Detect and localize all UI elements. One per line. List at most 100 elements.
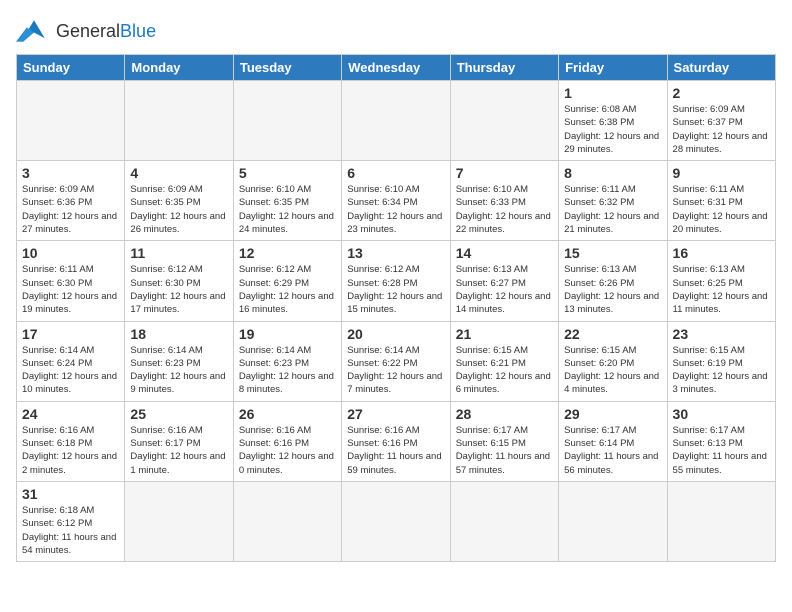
- calendar-cell: [17, 81, 125, 161]
- weekday-header-tuesday: Tuesday: [233, 55, 341, 81]
- calendar-cell: 31 Sunrise: 6:18 AM Sunset: 6:12 PM Dayli…: [17, 481, 125, 561]
- day-number: 15: [564, 245, 661, 261]
- day-info: Sunrise: 6:16 AM Sunset: 6:18 PM Dayligh…: [22, 424, 119, 477]
- calendar-cell: 4Sunrise: 6:09 AM Sunset: 6:35 PM Daylig…: [125, 161, 233, 241]
- day-info: Sunrise: 6:14 AM Sunset: 6:22 PM Dayligh…: [347, 344, 444, 397]
- general-blue-logo-icon: [16, 16, 52, 46]
- calendar-cell: 9Sunrise: 6:11 AM Sunset: 6:31 PM Daylig…: [667, 161, 775, 241]
- calendar-table: SundayMondayTuesdayWednesdayThursdayFrid…: [16, 54, 776, 562]
- calendar-cell: 5 Sunrise: 6:10 AM Sunset: 6:35 PM Daylig…: [233, 161, 341, 241]
- weekday-header-row: SundayMondayTuesdayWednesdayThursdayFrid…: [17, 55, 776, 81]
- day-number: 22: [564, 326, 661, 342]
- weekday-header-friday: Friday: [559, 55, 667, 81]
- calendar-cell: [559, 481, 667, 561]
- calendar-week-2: 3 Sunrise: 6:09 AM Sunset: 6:36 PM Daylig…: [17, 161, 776, 241]
- calendar-cell: 11 Sunrise: 6:12 AM Sunset: 6:30 PM Dayli…: [125, 241, 233, 321]
- weekday-header-wednesday: Wednesday: [342, 55, 450, 81]
- calendar-cell: 10 Sunrise: 6:11 AM Sunset: 6:30 PM Dayli…: [17, 241, 125, 321]
- calendar-week-4: 17Sunrise: 6:14 AM Sunset: 6:24 PM Dayli…: [17, 321, 776, 401]
- day-number: 29: [564, 406, 661, 422]
- day-number: 27: [347, 406, 444, 422]
- day-number: 11: [130, 245, 227, 261]
- weekday-header-monday: Monday: [125, 55, 233, 81]
- day-number: 31: [22, 486, 119, 502]
- day-info: Sunrise: 6:10 AM Sunset: 6:35 PM Dayligh…: [239, 183, 336, 236]
- header: GeneralBlue: [16, 16, 776, 46]
- weekday-header-saturday: Saturday: [667, 55, 775, 81]
- calendar-cell: [450, 481, 558, 561]
- day-number: 13: [347, 245, 444, 261]
- calendar-cell: [233, 81, 341, 161]
- day-info: Sunrise: 6:09 AM Sunset: 6:36 PM Dayligh…: [22, 183, 119, 236]
- calendar-cell: 6 Sunrise: 6:10 AM Sunset: 6:34 PM Daylig…: [342, 161, 450, 241]
- day-number: 23: [673, 326, 770, 342]
- day-info: Sunrise: 6:10 AM Sunset: 6:33 PM Dayligh…: [456, 183, 553, 236]
- day-info: Sunrise: 6:11 AM Sunset: 6:30 PM Dayligh…: [22, 263, 119, 316]
- day-info: Sunrise: 6:11 AM Sunset: 6:32 PM Dayligh…: [564, 183, 661, 236]
- calendar-cell: [233, 481, 341, 561]
- calendar-cell: [667, 481, 775, 561]
- day-number: 6: [347, 165, 444, 181]
- calendar-cell: 3 Sunrise: 6:09 AM Sunset: 6:36 PM Daylig…: [17, 161, 125, 241]
- day-number: 4: [130, 165, 227, 181]
- calendar-cell: 2 Sunrise: 6:09 AM Sunset: 6:37 PM Daylig…: [667, 81, 775, 161]
- calendar-cell: 24 Sunrise: 6:16 AM Sunset: 6:18 PM Dayli…: [17, 401, 125, 481]
- day-info: Sunrise: 6:14 AM Sunset: 6:23 PM Dayligh…: [130, 344, 227, 397]
- calendar-cell: 20Sunrise: 6:14 AM Sunset: 6:22 PM Dayli…: [342, 321, 450, 401]
- day-info: Sunrise: 6:11 AM Sunset: 6:31 PM Dayligh…: [673, 183, 770, 236]
- calendar-cell: 13 Sunrise: 6:12 AM Sunset: 6:28 PM Dayli…: [342, 241, 450, 321]
- day-info: Sunrise: 6:12 AM Sunset: 6:28 PM Dayligh…: [347, 263, 444, 316]
- day-info: Sunrise: 6:09 AM Sunset: 6:37 PM Dayligh…: [673, 103, 770, 156]
- calendar-cell: 27Sunrise: 6:16 AM Sunset: 6:16 PM Dayli…: [342, 401, 450, 481]
- calendar-cell: 28Sunrise: 6:17 AM Sunset: 6:15 PM Dayli…: [450, 401, 558, 481]
- calendar-cell: 26Sunrise: 6:16 AM Sunset: 6:16 PM Dayli…: [233, 401, 341, 481]
- calendar-cell: 18 Sunrise: 6:14 AM Sunset: 6:23 PM Dayli…: [125, 321, 233, 401]
- day-number: 30: [673, 406, 770, 422]
- day-info: Sunrise: 6:17 AM Sunset: 6:15 PM Dayligh…: [456, 424, 553, 477]
- day-number: 18: [130, 326, 227, 342]
- calendar-cell: 15 Sunrise: 6:13 AM Sunset: 6:26 PM Dayli…: [559, 241, 667, 321]
- day-info: Sunrise: 6:10 AM Sunset: 6:34 PM Dayligh…: [347, 183, 444, 236]
- day-number: 3: [22, 165, 119, 181]
- calendar-cell: 21 Sunrise: 6:15 AM Sunset: 6:21 PM Dayli…: [450, 321, 558, 401]
- logo: GeneralBlue: [16, 16, 156, 46]
- day-number: 12: [239, 245, 336, 261]
- day-info: Sunrise: 6:18 AM Sunset: 6:12 PM Dayligh…: [22, 504, 119, 557]
- calendar-cell: 16 Sunrise: 6:13 AM Sunset: 6:25 PM Dayli…: [667, 241, 775, 321]
- day-info: Sunrise: 6:17 AM Sunset: 6:14 PM Dayligh…: [564, 424, 661, 477]
- calendar-cell: 30Sunrise: 6:17 AM Sunset: 6:13 PM Dayli…: [667, 401, 775, 481]
- day-info: Sunrise: 6:08 AM Sunset: 6:38 PM Dayligh…: [564, 103, 661, 156]
- day-info: Sunrise: 6:15 AM Sunset: 6:21 PM Dayligh…: [456, 344, 553, 397]
- day-info: Sunrise: 6:15 AM Sunset: 6:19 PM Dayligh…: [673, 344, 770, 397]
- day-info: Sunrise: 6:13 AM Sunset: 6:26 PM Dayligh…: [564, 263, 661, 316]
- calendar-week-5: 24 Sunrise: 6:16 AM Sunset: 6:18 PM Dayli…: [17, 401, 776, 481]
- calendar-cell: 12Sunrise: 6:12 AM Sunset: 6:29 PM Dayli…: [233, 241, 341, 321]
- day-number: 2: [673, 85, 770, 101]
- day-number: 10: [22, 245, 119, 261]
- calendar-cell: 25Sunrise: 6:16 AM Sunset: 6:17 PM Dayli…: [125, 401, 233, 481]
- day-info: Sunrise: 6:13 AM Sunset: 6:25 PM Dayligh…: [673, 263, 770, 316]
- calendar-cell: [125, 481, 233, 561]
- calendar-cell: 17Sunrise: 6:14 AM Sunset: 6:24 PM Dayli…: [17, 321, 125, 401]
- day-number: 8: [564, 165, 661, 181]
- calendar-week-3: 10 Sunrise: 6:11 AM Sunset: 6:30 PM Dayli…: [17, 241, 776, 321]
- calendar-cell: 22Sunrise: 6:15 AM Sunset: 6:20 PM Dayli…: [559, 321, 667, 401]
- logo-text: GeneralBlue: [56, 22, 156, 40]
- day-number: 7: [456, 165, 553, 181]
- calendar-cell: 1 Sunrise: 6:08 AM Sunset: 6:38 PM Daylig…: [559, 81, 667, 161]
- day-info: Sunrise: 6:16 AM Sunset: 6:17 PM Dayligh…: [130, 424, 227, 477]
- weekday-header-thursday: Thursday: [450, 55, 558, 81]
- day-number: 21: [456, 326, 553, 342]
- calendar-cell: [125, 81, 233, 161]
- day-info: Sunrise: 6:12 AM Sunset: 6:30 PM Dayligh…: [130, 263, 227, 316]
- day-number: 24: [22, 406, 119, 422]
- calendar-week-1: 1 Sunrise: 6:08 AM Sunset: 6:38 PM Daylig…: [17, 81, 776, 161]
- day-info: Sunrise: 6:14 AM Sunset: 6:24 PM Dayligh…: [22, 344, 119, 397]
- calendar-cell: 23 Sunrise: 6:15 AM Sunset: 6:19 PM Dayli…: [667, 321, 775, 401]
- day-number: 5: [239, 165, 336, 181]
- day-number: 1: [564, 85, 661, 101]
- calendar-cell: 8 Sunrise: 6:11 AM Sunset: 6:32 PM Daylig…: [559, 161, 667, 241]
- weekday-header-sunday: Sunday: [17, 55, 125, 81]
- day-number: 16: [673, 245, 770, 261]
- calendar-cell: 29 Sunrise: 6:17 AM Sunset: 6:14 PM Dayli…: [559, 401, 667, 481]
